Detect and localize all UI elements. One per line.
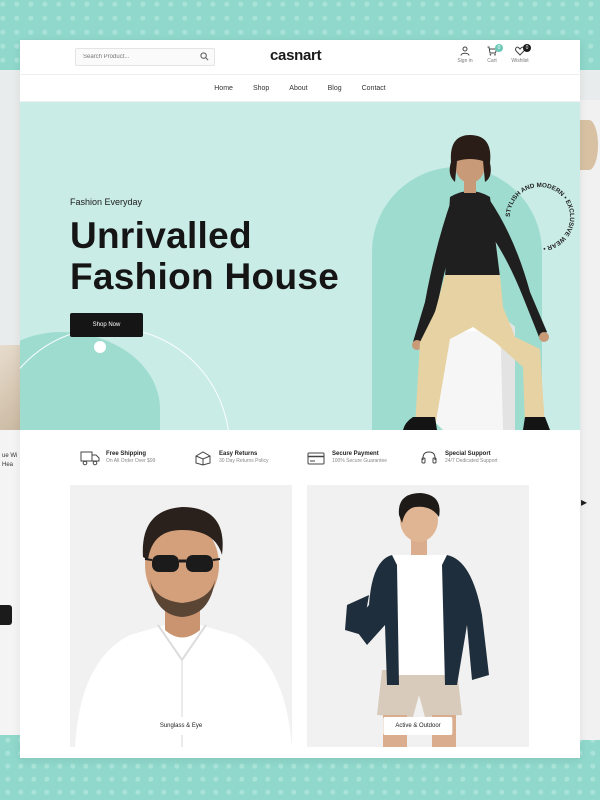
nav-link-shop[interactable]: Shop [253, 85, 269, 92]
category-card-active[interactable]: Active & Outdoor [307, 485, 529, 747]
decorative-dot [94, 341, 106, 353]
previous-slide-peek[interactable]: ue Wi Hea [0, 345, 22, 735]
cart-button[interactable]: 0 Cart [478, 44, 506, 64]
decorative-circle-outline [20, 327, 230, 430]
category-card-sunglass[interactable]: Sunglass & Eye [70, 485, 292, 747]
site-header: casnart Sign in 0 Cart 0 Wishlist [20, 40, 580, 75]
features-bar: Free Shipping On All Order Over $99 Easy… [20, 430, 580, 485]
wishlist-label: Wishlist [511, 58, 529, 64]
svg-text:STYLISH AND MODERN • EXCLUSIVE: STYLISH AND MODERN • EXCLUSIVE WEAR • [505, 182, 575, 252]
site-logo[interactable]: casnart [270, 47, 322, 64]
cart-count-badge: 0 [495, 44, 503, 52]
hero-headline-line1: Unrivalled [70, 215, 252, 256]
next-arrow-icon[interactable]: ▸ [581, 495, 587, 509]
stylish-ring-badge: STYLISH AND MODERN • EXCLUSIVE WEAR • [505, 182, 575, 252]
feature-secure-payment: Secure Payment 100% Secure Guarantee [306, 450, 419, 466]
headset-icon [421, 450, 437, 463]
feature-title: Easy Returns [219, 451, 258, 457]
wishlist-count-badge: 0 [523, 44, 531, 52]
nav-link-about[interactable]: About [289, 85, 307, 92]
previous-slide-button[interactable] [0, 605, 12, 625]
hero-eyebrow: Fashion Everyday [70, 197, 143, 207]
search-icon[interactable] [200, 52, 209, 61]
shop-now-button[interactable]: Shop Now [70, 313, 143, 337]
feature-title: Secure Payment [332, 451, 379, 457]
category-cards: Sunglass & Eye Active & Outdoor [20, 485, 580, 755]
feature-title: Special Support [445, 451, 491, 457]
category-image-man-sunglasses [75, 507, 292, 747]
feature-easy-returns: Easy Returns 30 Day Returns Policy [193, 450, 306, 466]
website-mockup: casnart Sign in 0 Cart 0 Wishlist Home [20, 40, 580, 758]
feature-subtitle: 24/7 Dedicated Support [445, 458, 498, 464]
wishlist-button[interactable]: 0 Wishlist [506, 44, 534, 64]
category-label-sunglass[interactable]: Sunglass & Eye [147, 717, 215, 735]
category-image-man-jacket [345, 493, 489, 747]
feature-title: Free Shipping [106, 451, 147, 457]
feature-special-support: Special Support 24/7 Dedicated Support [419, 450, 532, 466]
sign-in-button[interactable]: Sign in [451, 46, 479, 64]
cart-label: Cart [487, 58, 497, 64]
search-input[interactable] [75, 48, 215, 66]
hero-headline-line2: Fashion House [70, 256, 340, 297]
hero-headline: Unrivalled Fashion House [70, 215, 370, 297]
feature-subtitle: 100% Secure Guarantee [332, 458, 388, 464]
nav-link-contact[interactable]: Contact [362, 85, 386, 92]
main-navigation: Home Shop About Blog Contact [20, 75, 580, 102]
hero-banner: Fashion Everyday Unrivalled Fashion Hous… [20, 102, 580, 430]
hero-model-image [403, 135, 550, 430]
next-slide-peek[interactable]: ▸ [580, 100, 600, 740]
feature-free-shipping: Free Shipping On All Order Over $99 [80, 450, 193, 466]
card-icon [307, 452, 325, 464]
feature-subtitle: 30 Day Returns Policy [219, 458, 269, 464]
previous-slide-text: ue Wi Hea [2, 453, 18, 468]
sign-in-label: Sign in [457, 58, 473, 64]
nav-link-blog[interactable]: Blog [328, 85, 342, 92]
box-return-icon [195, 450, 211, 466]
user-icon [460, 46, 470, 56]
previous-slide-image [0, 345, 22, 430]
next-slide-image [580, 120, 598, 170]
category-label-active[interactable]: Active & Outdoor [383, 717, 453, 735]
ring-badge-text: STYLISH AND MODERN • EXCLUSIVE WEAR • [505, 182, 575, 252]
nav-link-home[interactable]: Home [214, 85, 233, 92]
truck-icon [80, 451, 100, 465]
feature-subtitle: On All Order Over $99 [106, 458, 156, 464]
